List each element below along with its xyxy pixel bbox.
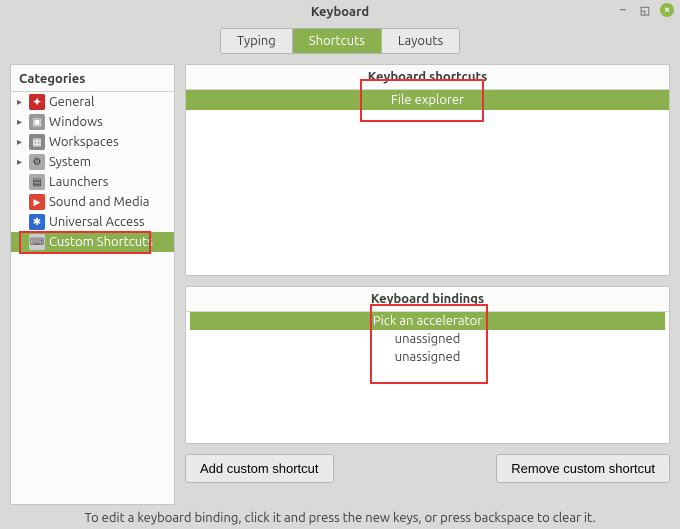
sidebar-item-windows[interactable]: ▸ ▣ Windows <box>11 112 174 132</box>
universal-icon: ✱ <box>29 214 45 230</box>
sidebar-item-system[interactable]: ▸ ⚙ System <box>11 152 174 172</box>
titlebar: Keyboard – ◱ × <box>0 0 680 24</box>
sidebar-item-label: Windows <box>49 115 103 129</box>
categories-panel: Categories ▸ ✦ General ▸ ▣ Windows ▸ ▦ W… <box>10 64 175 505</box>
remove-custom-shortcut-button[interactable]: Remove custom shortcut <box>496 454 670 483</box>
sidebar-item-label: General <box>49 95 94 109</box>
tab-shortcuts[interactable]: Shortcuts <box>293 29 382 53</box>
sidebar-item-sound[interactable]: ▸ ▶ Sound and Media <box>11 192 174 212</box>
tab-group: Typing Shortcuts Layouts <box>220 28 460 54</box>
shortcuts-header: Keyboard shortcuts <box>186 65 669 90</box>
sidebar-item-label: Custom Shortcuts <box>49 235 153 249</box>
spacer <box>346 454 485 483</box>
sidebar-item-label: Workspaces <box>49 135 119 149</box>
close-icon[interactable]: × <box>660 3 674 17</box>
sidebar-item-label: Universal Access <box>49 215 144 229</box>
binding-row[interactable]: unassigned <box>186 348 669 366</box>
binding-row[interactable]: unassigned <box>186 330 669 348</box>
binding-row-selected[interactable]: Pick an accelerator <box>190 312 665 330</box>
window-title: Keyboard <box>311 5 369 19</box>
windows-icon: ▣ <box>29 114 45 130</box>
sound-icon: ▶ <box>29 194 45 210</box>
sidebar-item-label: Launchers <box>49 175 108 189</box>
tab-layouts[interactable]: Layouts <box>382 29 459 53</box>
system-icon: ⚙ <box>29 154 45 170</box>
sidebar-item-label: System <box>49 155 91 169</box>
workspaces-icon: ▦ <box>29 134 45 150</box>
sidebar-item-workspaces[interactable]: ▸ ▦ Workspaces <box>11 132 174 152</box>
expander-icon: ▸ <box>17 156 25 168</box>
categories-header: Categories <box>11 67 174 92</box>
buttons-row: Add custom shortcut Remove custom shortc… <box>185 454 670 483</box>
expander-icon: ▸ <box>17 136 25 148</box>
launchers-icon: ▤ <box>29 174 45 190</box>
custom-icon: ⌨ <box>29 234 45 250</box>
tabbar: Typing Shortcuts Layouts <box>0 24 680 64</box>
content: Categories ▸ ✦ General ▸ ▣ Windows ▸ ▦ W… <box>0 64 680 505</box>
bindings-panel: Keyboard bindings Pick an accelerator un… <box>185 286 670 444</box>
expander-icon: ▸ <box>17 116 25 128</box>
maximize-icon[interactable]: ◱ <box>638 3 652 17</box>
shortcuts-panel: Keyboard shortcuts File explorer <box>185 64 670 276</box>
sidebar-item-label: Sound and Media <box>49 195 149 209</box>
bindings-header: Keyboard bindings <box>186 287 669 312</box>
add-custom-shortcut-button[interactable]: Add custom shortcut <box>185 454 334 483</box>
right-column: Keyboard shortcuts File explorer Keyboar… <box>185 64 670 505</box>
tab-typing[interactable]: Typing <box>221 29 293 53</box>
window-controls: – ◱ × <box>616 3 674 17</box>
sidebar-item-general[interactable]: ▸ ✦ General <box>11 92 174 112</box>
hint-text: To edit a keyboard binding, click it and… <box>0 505 680 529</box>
shortcut-row-selected[interactable]: File explorer <box>186 90 669 110</box>
expander-icon: ▸ <box>17 96 25 108</box>
sidebar-item-universal[interactable]: ▸ ✱ Universal Access <box>11 212 174 232</box>
minimize-icon[interactable]: – <box>616 3 630 17</box>
general-icon: ✦ <box>29 94 45 110</box>
sidebar-item-custom[interactable]: ▸ ⌨ Custom Shortcuts <box>11 232 174 252</box>
sidebar-item-launchers[interactable]: ▸ ▤ Launchers <box>11 172 174 192</box>
